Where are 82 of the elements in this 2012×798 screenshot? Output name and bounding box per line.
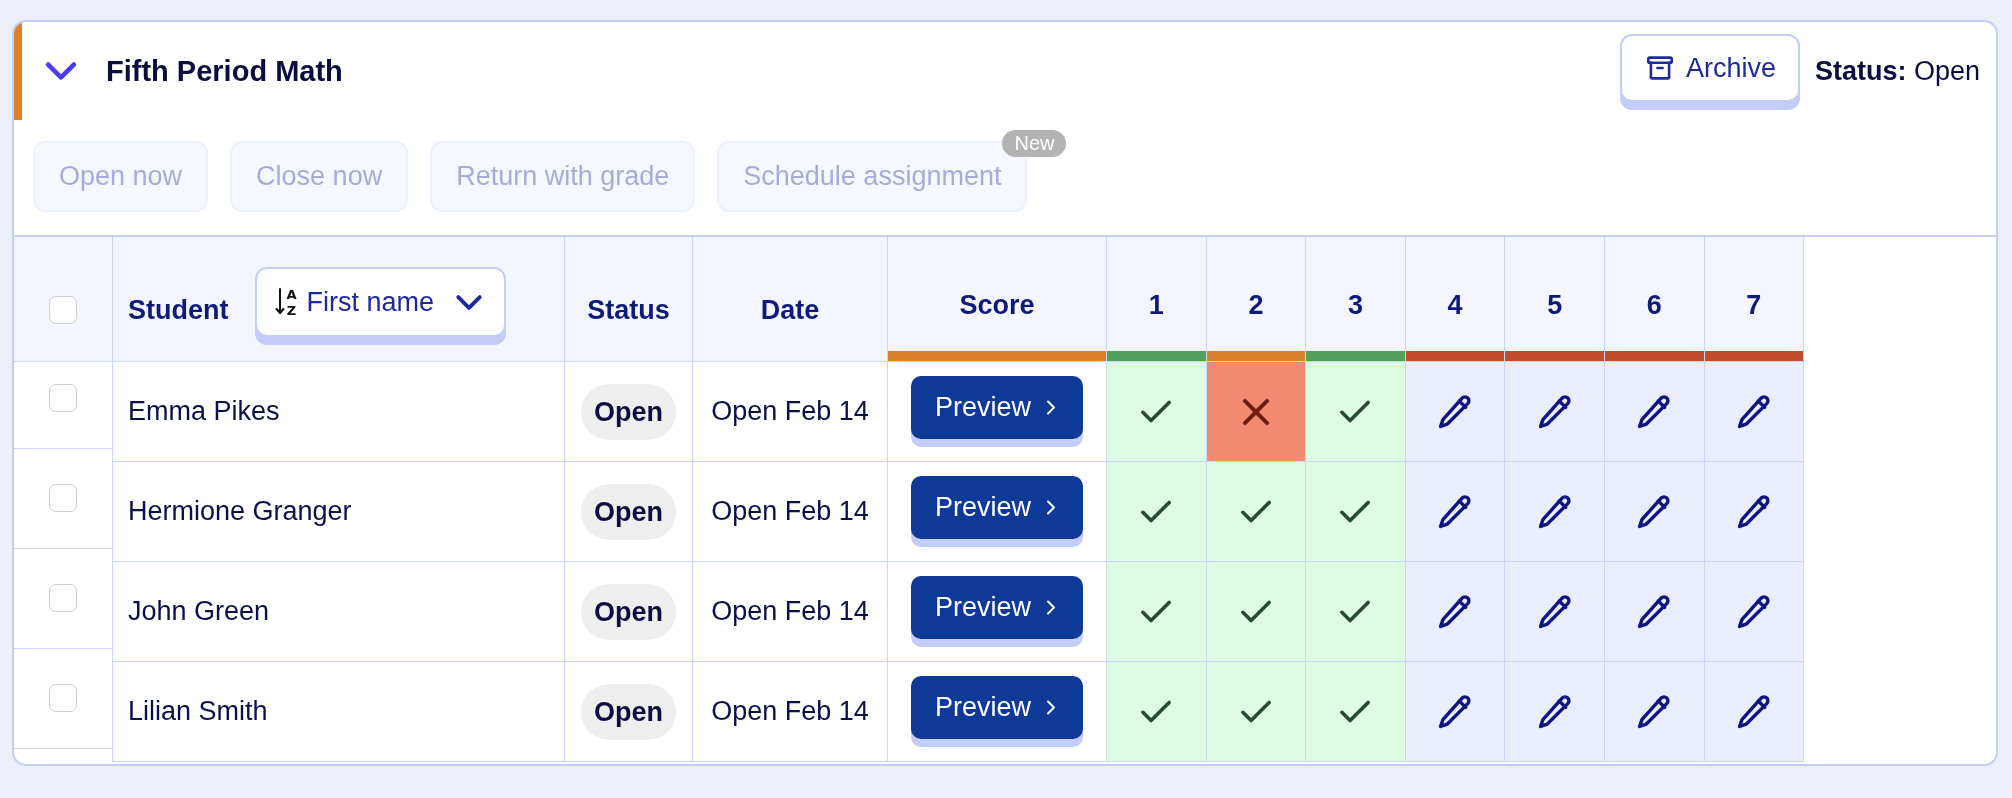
- date-text: Open Feb 14: [711, 396, 869, 427]
- pencil-icon[interactable]: [1637, 694, 1672, 729]
- cross-icon: [1242, 398, 1269, 425]
- date-text: Open Feb 14: [711, 496, 869, 527]
- column-header: 2: [1248, 289, 1264, 321]
- student-name: Emma Pikes: [128, 396, 280, 427]
- row-checkbox[interactable]: [49, 684, 77, 712]
- archive-box-icon: [1646, 56, 1673, 80]
- check-icon: [1240, 500, 1271, 523]
- answer-cell[interactable]: [1405, 562, 1506, 662]
- status-text: Status: Open: [1814, 55, 1980, 87]
- pencil-icon[interactable]: [1537, 594, 1572, 629]
- column-header: 4: [1447, 289, 1463, 321]
- student-name: Hermione Granger: [128, 496, 352, 527]
- check-icon: [1141, 400, 1172, 423]
- column-header: 5: [1547, 289, 1563, 321]
- chevron-right-icon: [1047, 700, 1055, 715]
- select-all-checkbox[interactable]: [49, 296, 77, 324]
- row-checkbox[interactable]: [49, 584, 77, 612]
- answer-cell[interactable]: [1704, 562, 1805, 662]
- column-header: Score: [959, 289, 1035, 321]
- chevron-right-icon: [1047, 500, 1055, 515]
- check-icon: [1141, 500, 1172, 523]
- pencil-icon[interactable]: [1637, 394, 1672, 429]
- check-icon: [1340, 700, 1371, 723]
- answer-cell[interactable]: [1505, 562, 1605, 662]
- answer-cell[interactable]: [1604, 462, 1705, 562]
- check-icon: [1141, 700, 1172, 723]
- status-badge: Open: [581, 383, 676, 440]
- answer-cell[interactable]: [1405, 662, 1506, 762]
- pencil-icon[interactable]: [1537, 694, 1572, 729]
- answer-cell[interactable]: [1405, 462, 1506, 562]
- pencil-icon[interactable]: [1736, 394, 1771, 429]
- check-icon: [1240, 700, 1271, 723]
- date-text: Open Feb 14: [711, 596, 869, 627]
- answer-cell[interactable]: [1604, 662, 1705, 762]
- answer-cell[interactable]: [1405, 362, 1506, 462]
- student-name: John Green: [128, 596, 270, 627]
- check-icon: [1340, 600, 1371, 623]
- pencil-icon[interactable]: [1438, 594, 1473, 629]
- pencil-icon[interactable]: [1637, 494, 1672, 529]
- answer-cell[interactable]: [1505, 662, 1605, 762]
- section-title: Fifth Period Math: [106, 54, 343, 88]
- column-header: 7: [1746, 289, 1762, 321]
- chevron-right-icon: [1047, 400, 1055, 415]
- row-checkbox[interactable]: [49, 484, 77, 512]
- column-header: 1: [1148, 289, 1164, 321]
- column-header: 6: [1646, 289, 1662, 321]
- check-icon: [1240, 600, 1271, 623]
- check-icon: [1141, 600, 1172, 623]
- column-header: Status: [587, 294, 670, 326]
- answer-cell[interactable]: [1505, 462, 1605, 562]
- pencil-icon[interactable]: [1438, 694, 1473, 729]
- chevron-right-icon: [1047, 600, 1055, 615]
- pencil-icon[interactable]: [1736, 494, 1771, 529]
- column-header: 3: [1347, 289, 1363, 321]
- status-badge: Open: [581, 483, 676, 540]
- answer-cell[interactable]: [1704, 362, 1805, 462]
- answer-cell[interactable]: [1704, 662, 1805, 762]
- chevron-down-icon[interactable]: [46, 62, 76, 80]
- status-badge: Open: [581, 583, 676, 640]
- answer-cell[interactable]: [1604, 562, 1705, 662]
- pencil-icon[interactable]: [1537, 394, 1572, 429]
- answer-cell[interactable]: [1604, 362, 1705, 462]
- check-icon: [1340, 500, 1371, 523]
- pencil-icon[interactable]: [1537, 494, 1572, 529]
- date-text: Open Feb 14: [711, 696, 869, 727]
- check-icon: [1340, 400, 1371, 423]
- answer-cell[interactable]: [1505, 362, 1605, 462]
- new-badge: New: [1002, 130, 1067, 157]
- pencil-icon[interactable]: [1736, 694, 1771, 729]
- pencil-icon[interactable]: [1438, 494, 1473, 529]
- status-badge: Open: [581, 683, 676, 740]
- pencil-icon[interactable]: [1438, 394, 1473, 429]
- answer-cell[interactable]: [1704, 462, 1805, 562]
- student-name: Lilian Smith: [128, 696, 268, 727]
- column-header: Date: [760, 294, 820, 326]
- column-header: Student: [128, 294, 229, 326]
- row-checkbox[interactable]: [49, 384, 77, 412]
- pencil-icon[interactable]: [1736, 594, 1771, 629]
- chevron-down-icon: [456, 294, 483, 310]
- pencil-icon[interactable]: [1637, 594, 1672, 629]
